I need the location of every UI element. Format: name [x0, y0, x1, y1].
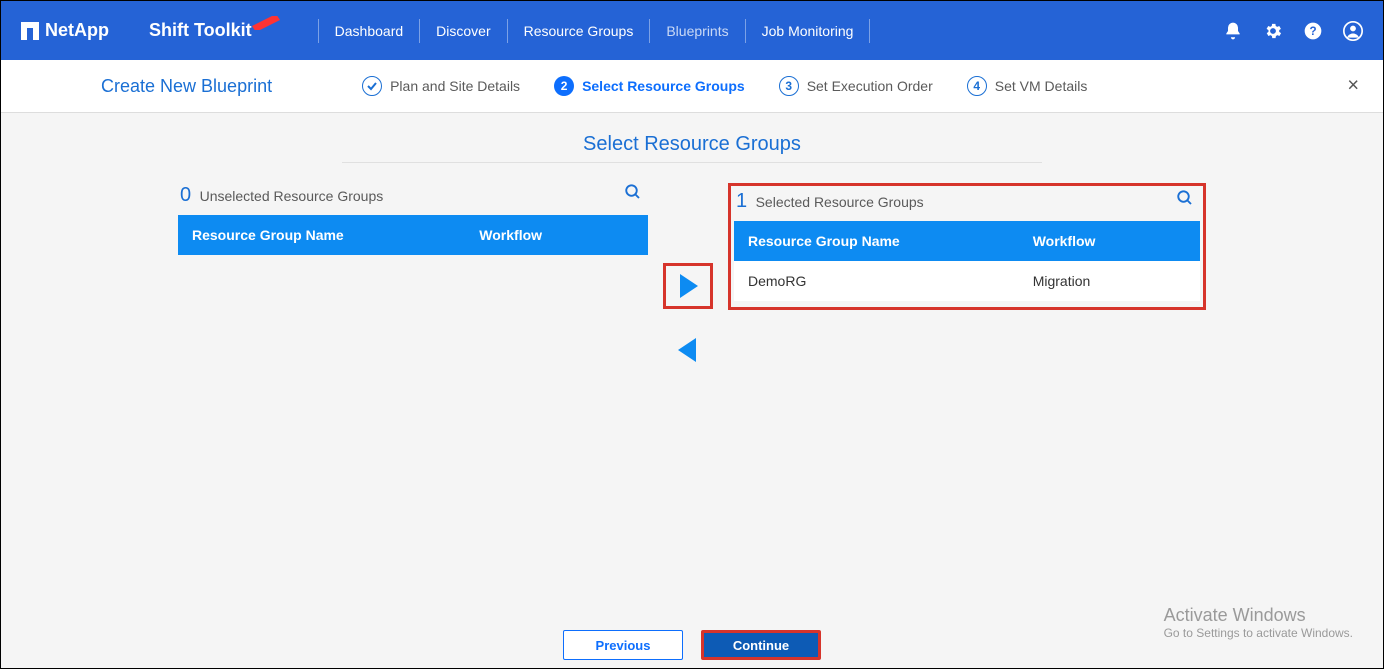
unselected-panel: 0 Unselected Resource Groups Resource Gr… — [178, 183, 648, 255]
nav-discover[interactable]: Discover — [436, 23, 490, 39]
table-header: Resource Group Name Workflow — [734, 221, 1200, 261]
panel-title: 1 Selected Resource Groups — [736, 190, 924, 213]
section-title: Select Resource Groups — [1, 133, 1383, 156]
panel-title: 0 Unselected Resource Groups — [180, 184, 383, 207]
product-label: Shift Toolkit — [149, 20, 252, 40]
row-workflow: Migration — [1033, 273, 1186, 289]
nav-separator — [419, 19, 420, 43]
previous-button[interactable]: Previous — [563, 630, 683, 660]
nav-separator — [869, 19, 870, 43]
nav-separator — [745, 19, 746, 43]
company-name: NetApp — [45, 20, 109, 41]
step-number: 3 — [779, 76, 799, 96]
nav-separator — [507, 19, 508, 43]
step-label: Set VM Details — [995, 78, 1088, 94]
col-name-header: Resource Group Name — [192, 227, 479, 243]
section-divider — [342, 162, 1042, 163]
nav-separator — [649, 19, 650, 43]
selected-count: 1 — [736, 190, 747, 212]
move-left-button[interactable] — [663, 327, 713, 373]
help-icon[interactable]: ? — [1303, 21, 1323, 41]
top-navbar: NetApp Shift Toolkit Dashboard Discover … — [1, 1, 1383, 60]
brand-block: NetApp Shift Toolkit — [21, 20, 252, 41]
wizard-bar: Create New Blueprint Plan and Site Detai… — [1, 60, 1383, 113]
panel-header: 1 Selected Resource Groups — [734, 189, 1200, 221]
nav-job-monitoring[interactable]: Job Monitoring — [762, 23, 854, 39]
bell-icon[interactable] — [1223, 21, 1243, 41]
table-header: Resource Group Name Workflow — [178, 215, 648, 255]
preview-badge-icon — [250, 16, 280, 30]
search-icon[interactable] — [1176, 189, 1194, 212]
selected-label: Selected Resource Groups — [756, 194, 924, 210]
step-label: Select Resource Groups — [582, 78, 745, 94]
close-icon[interactable]: × — [1347, 75, 1359, 98]
netapp-logo: NetApp — [21, 20, 109, 41]
row-name: DemoRG — [748, 273, 1033, 289]
nav-blueprints[interactable]: Blueprints — [666, 23, 728, 39]
col-name-header: Resource Group Name — [748, 233, 1033, 249]
watermark-sub: Go to Settings to activate Windows. — [1164, 626, 1353, 640]
watermark-title: Activate Windows — [1164, 605, 1353, 626]
transfer-controls — [658, 263, 718, 373]
wizard-step-4[interactable]: 4 Set VM Details — [967, 76, 1088, 96]
unselected-count: 0 — [180, 184, 191, 206]
check-icon — [362, 76, 382, 96]
wizard-title: Create New Blueprint — [101, 76, 272, 97]
nav-resource-groups[interactable]: Resource Groups — [524, 23, 634, 39]
step-number: 2 — [554, 76, 574, 96]
nav-dashboard[interactable]: Dashboard — [335, 23, 404, 39]
step-label: Set Execution Order — [807, 78, 933, 94]
nav-items: Dashboard Discover Resource Groups Bluep… — [302, 19, 887, 43]
step-number: 4 — [967, 76, 987, 96]
user-icon[interactable] — [1343, 21, 1363, 41]
topbar-right: ? — [1223, 21, 1363, 41]
panel-header: 0 Unselected Resource Groups — [178, 183, 648, 215]
wizard-step-1[interactable]: Plan and Site Details — [362, 76, 520, 96]
move-right-button[interactable] — [663, 263, 713, 309]
nav-separator — [318, 19, 319, 43]
wizard-step-2[interactable]: 2 Select Resource Groups — [554, 76, 745, 96]
netapp-n-icon — [21, 22, 39, 40]
continue-button[interactable]: Continue — [701, 630, 821, 660]
gear-icon[interactable] — [1263, 21, 1283, 41]
step-label: Plan and Site Details — [390, 78, 520, 94]
table-row[interactable]: DemoRG Migration — [734, 261, 1200, 301]
triangle-left-icon — [676, 336, 700, 364]
selected-panel: 1 Selected Resource Groups Resource Grou… — [728, 183, 1206, 310]
dual-list-panel: 0 Unselected Resource Groups Resource Gr… — [1, 183, 1383, 373]
unselected-label: Unselected Resource Groups — [200, 188, 384, 204]
windows-watermark: Activate Windows Go to Settings to activ… — [1164, 605, 1353, 640]
search-icon[interactable] — [624, 183, 642, 206]
svg-text:?: ? — [1309, 25, 1316, 38]
main-content: Select Resource Groups 0 Unselected Reso… — [1, 113, 1383, 373]
wizard-step-3[interactable]: 3 Set Execution Order — [779, 76, 933, 96]
col-workflow-header: Workflow — [479, 227, 634, 243]
triangle-right-icon — [676, 272, 700, 300]
col-workflow-header: Workflow — [1033, 233, 1186, 249]
product-name: Shift Toolkit — [149, 20, 252, 41]
wizard-steps: Plan and Site Details 2 Select Resource … — [362, 76, 1087, 96]
